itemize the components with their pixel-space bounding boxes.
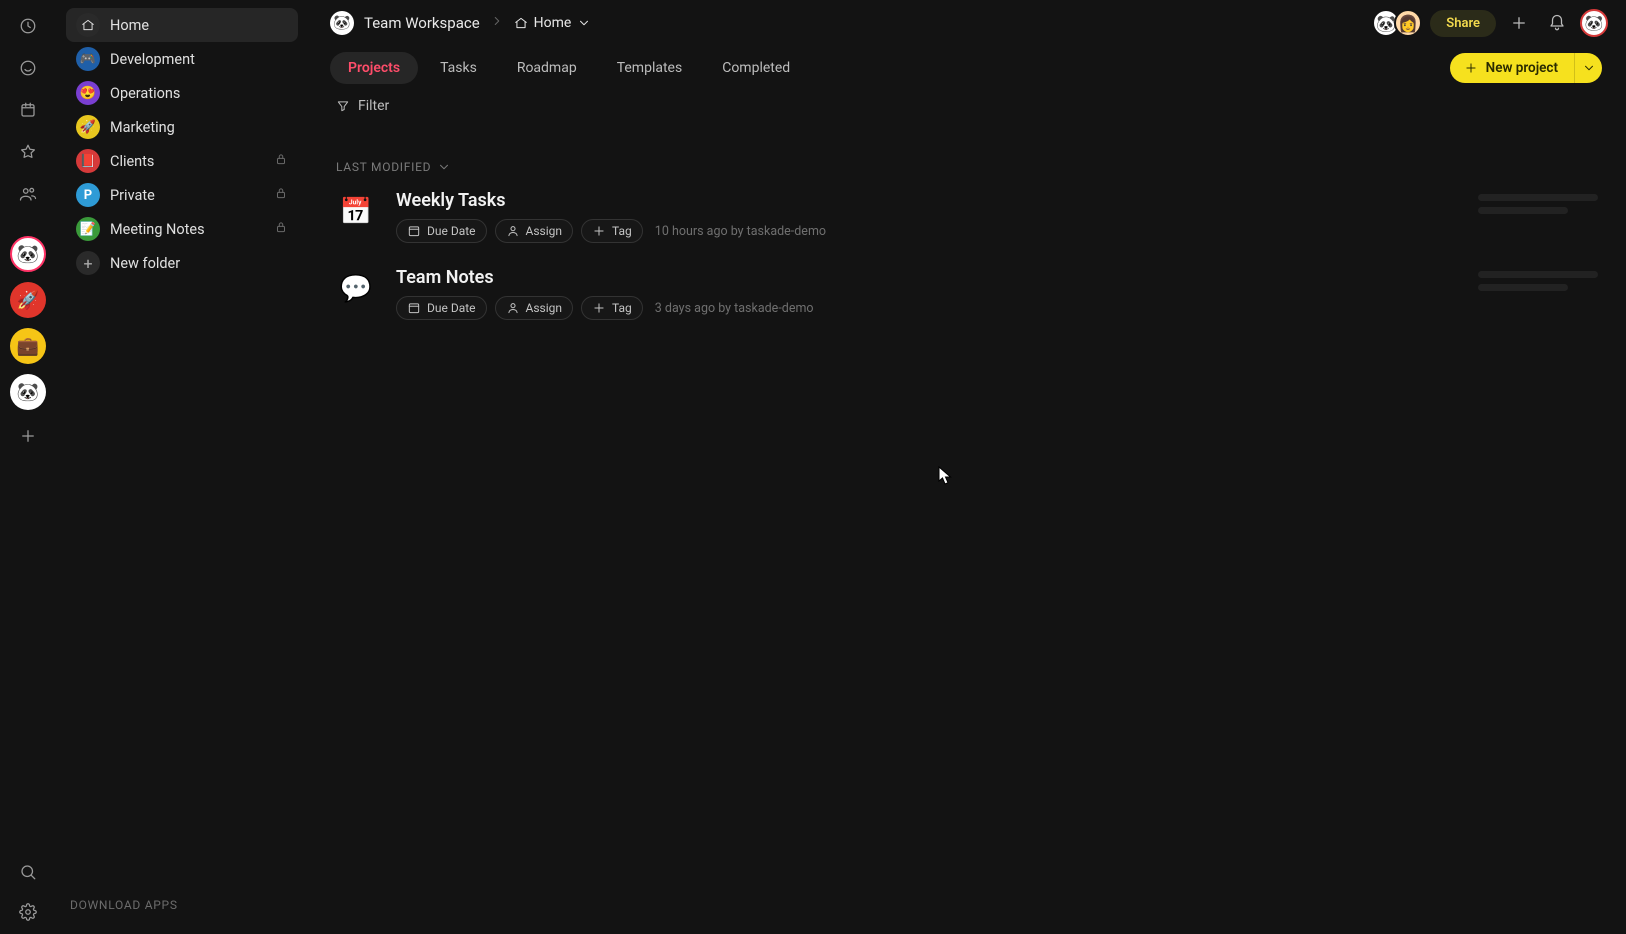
chevron-right-icon xyxy=(490,14,504,32)
plus-icon xyxy=(592,224,606,238)
sidebar-folder-operations[interactable]: 😍 Operations xyxy=(66,76,298,110)
project-progress xyxy=(1478,267,1598,291)
project-progress xyxy=(1478,190,1598,214)
tag-pill[interactable]: Tag xyxy=(581,219,643,243)
new-folder-button[interactable]: + New folder xyxy=(66,246,298,280)
filter-button[interactable]: Filter xyxy=(312,84,1626,114)
folder-label: Home xyxy=(110,17,288,34)
filter-label: Filter xyxy=(358,98,389,114)
workspace-plain[interactable]: 🐼 xyxy=(10,374,46,410)
plus-icon: + xyxy=(76,251,100,275)
tabs: ProjectsTasksRoadmapTemplatesCompleted N… xyxy=(312,46,1626,84)
filter-icon xyxy=(336,99,350,113)
lock-icon xyxy=(274,152,288,170)
project-emoji: 💬 xyxy=(336,269,376,309)
lock-icon xyxy=(274,186,288,204)
sort-header[interactable]: LAST MODIFIED xyxy=(312,114,1626,182)
search-icon[interactable] xyxy=(12,856,44,888)
workspace-rocket[interactable]: 🚀 xyxy=(10,282,46,318)
main-panel: 🐼 Team Workspace Home 🐼 👩 Share xyxy=(312,0,1626,934)
folder-icon: 📕 xyxy=(76,149,100,173)
download-apps-link[interactable]: DOWNLOAD APPS xyxy=(66,888,298,926)
tab-projects[interactable]: Projects xyxy=(330,52,418,84)
project-title[interactable]: Team Notes xyxy=(396,267,1458,288)
folder-icon xyxy=(76,13,100,37)
sidebar-folder-private[interactable]: P Private xyxy=(66,178,298,212)
me-avatar[interactable]: 🐼 xyxy=(1580,9,1608,37)
breadcrumb: 🐼 Team Workspace Home xyxy=(330,11,591,35)
sidebar-folder-marketing[interactable]: 🚀 Marketing xyxy=(66,110,298,144)
rail-contacts-icon[interactable] xyxy=(12,178,44,210)
notifications-icon[interactable] xyxy=(1542,8,1572,38)
due-date-pill[interactable]: Due Date xyxy=(396,219,487,243)
project-timestamp: 10 hours ago by taskade-demo xyxy=(655,224,826,239)
breadcrumb-current-label: Home xyxy=(534,15,572,31)
assign-pill[interactable]: Assign xyxy=(495,296,574,320)
user-icon xyxy=(506,301,520,315)
folder-label: Development xyxy=(110,51,288,68)
folder-icon: 😍 xyxy=(76,81,100,105)
app-rail: 🐼 🚀 💼 🐼 xyxy=(0,0,56,934)
rail-recent-icon[interactable] xyxy=(12,10,44,42)
rail-calendar-icon[interactable] xyxy=(12,94,44,126)
sidebar: Home 🎮 Development 😍 Operations 🚀 Marketing 📕 Cl… xyxy=(56,0,312,934)
new-project-label: New project xyxy=(1486,60,1558,76)
lock-icon xyxy=(274,220,288,238)
new-project-caret[interactable] xyxy=(1574,53,1602,83)
assign-pill[interactable]: Assign xyxy=(495,219,574,243)
sidebar-folder-home[interactable]: Home xyxy=(66,8,298,42)
plus-icon xyxy=(592,301,606,315)
add-workspace-button[interactable] xyxy=(12,420,44,452)
sort-label: LAST MODIFIED xyxy=(336,160,431,174)
add-button[interactable] xyxy=(1504,8,1534,38)
calendar-icon xyxy=(407,301,421,315)
project-timestamp: 3 days ago by taskade-demo xyxy=(655,301,814,316)
project-item[interactable]: 💬 Team Notes Due Date Assign Tag 3 days ago b… xyxy=(336,267,1598,320)
folder-label: Marketing xyxy=(110,119,288,136)
tab-tasks[interactable]: Tasks xyxy=(422,52,495,84)
new-project-button[interactable]: New project xyxy=(1450,53,1602,83)
tab-templates[interactable]: Templates xyxy=(599,52,701,84)
tag-pill[interactable]: Tag xyxy=(581,296,643,320)
new-folder-label: New folder xyxy=(110,255,288,272)
project-item[interactable]: 📅 Weekly Tasks Due Date Assign Tag 10 hours a… xyxy=(336,190,1598,243)
sidebar-folder-meeting-notes[interactable]: 📝 Meeting Notes xyxy=(66,212,298,246)
folder-label: Clients xyxy=(110,153,264,170)
folder-icon: 🚀 xyxy=(76,115,100,139)
folder-icon: 📝 xyxy=(76,217,100,241)
presence-avatars[interactable]: 🐼 👩 xyxy=(1378,9,1422,37)
share-button[interactable]: Share xyxy=(1430,10,1496,37)
calendar-icon xyxy=(407,224,421,238)
chevron-down-icon xyxy=(577,16,591,30)
rail-star-icon[interactable] xyxy=(12,136,44,168)
folder-label: Meeting Notes xyxy=(110,221,264,238)
folder-icon: 🎮 xyxy=(76,47,100,71)
chevron-down-icon xyxy=(437,160,451,174)
project-emoji: 📅 xyxy=(336,192,376,232)
due-date-pill[interactable]: Due Date xyxy=(396,296,487,320)
workspace-briefcase[interactable]: 💼 xyxy=(10,328,46,364)
workspace-avatar[interactable]: 🐼 xyxy=(330,11,354,35)
project-list: 📅 Weekly Tasks Due Date Assign Tag 10 hours a… xyxy=(312,182,1626,320)
tab-completed[interactable]: Completed xyxy=(704,52,808,84)
tab-roadmap[interactable]: Roadmap xyxy=(499,52,595,84)
sidebar-folder-development[interactable]: 🎮 Development xyxy=(66,42,298,76)
home-icon xyxy=(514,16,528,30)
folder-label: Operations xyxy=(110,85,288,102)
settings-icon[interactable] xyxy=(12,896,44,928)
workspace-current[interactable]: 🐼 xyxy=(10,236,46,272)
topbar: 🐼 Team Workspace Home 🐼 👩 Share xyxy=(312,0,1626,46)
user-icon xyxy=(506,224,520,238)
breadcrumb-workspace[interactable]: Team Workspace xyxy=(364,14,480,32)
rail-tasks-icon[interactable] xyxy=(12,52,44,84)
plus-icon xyxy=(1464,61,1478,75)
breadcrumb-current[interactable]: Home xyxy=(514,15,592,31)
sidebar-folder-clients[interactable]: 📕 Clients xyxy=(66,144,298,178)
project-title[interactable]: Weekly Tasks xyxy=(396,190,1458,211)
folder-label: Private xyxy=(110,187,264,204)
folder-icon: P xyxy=(76,183,100,207)
